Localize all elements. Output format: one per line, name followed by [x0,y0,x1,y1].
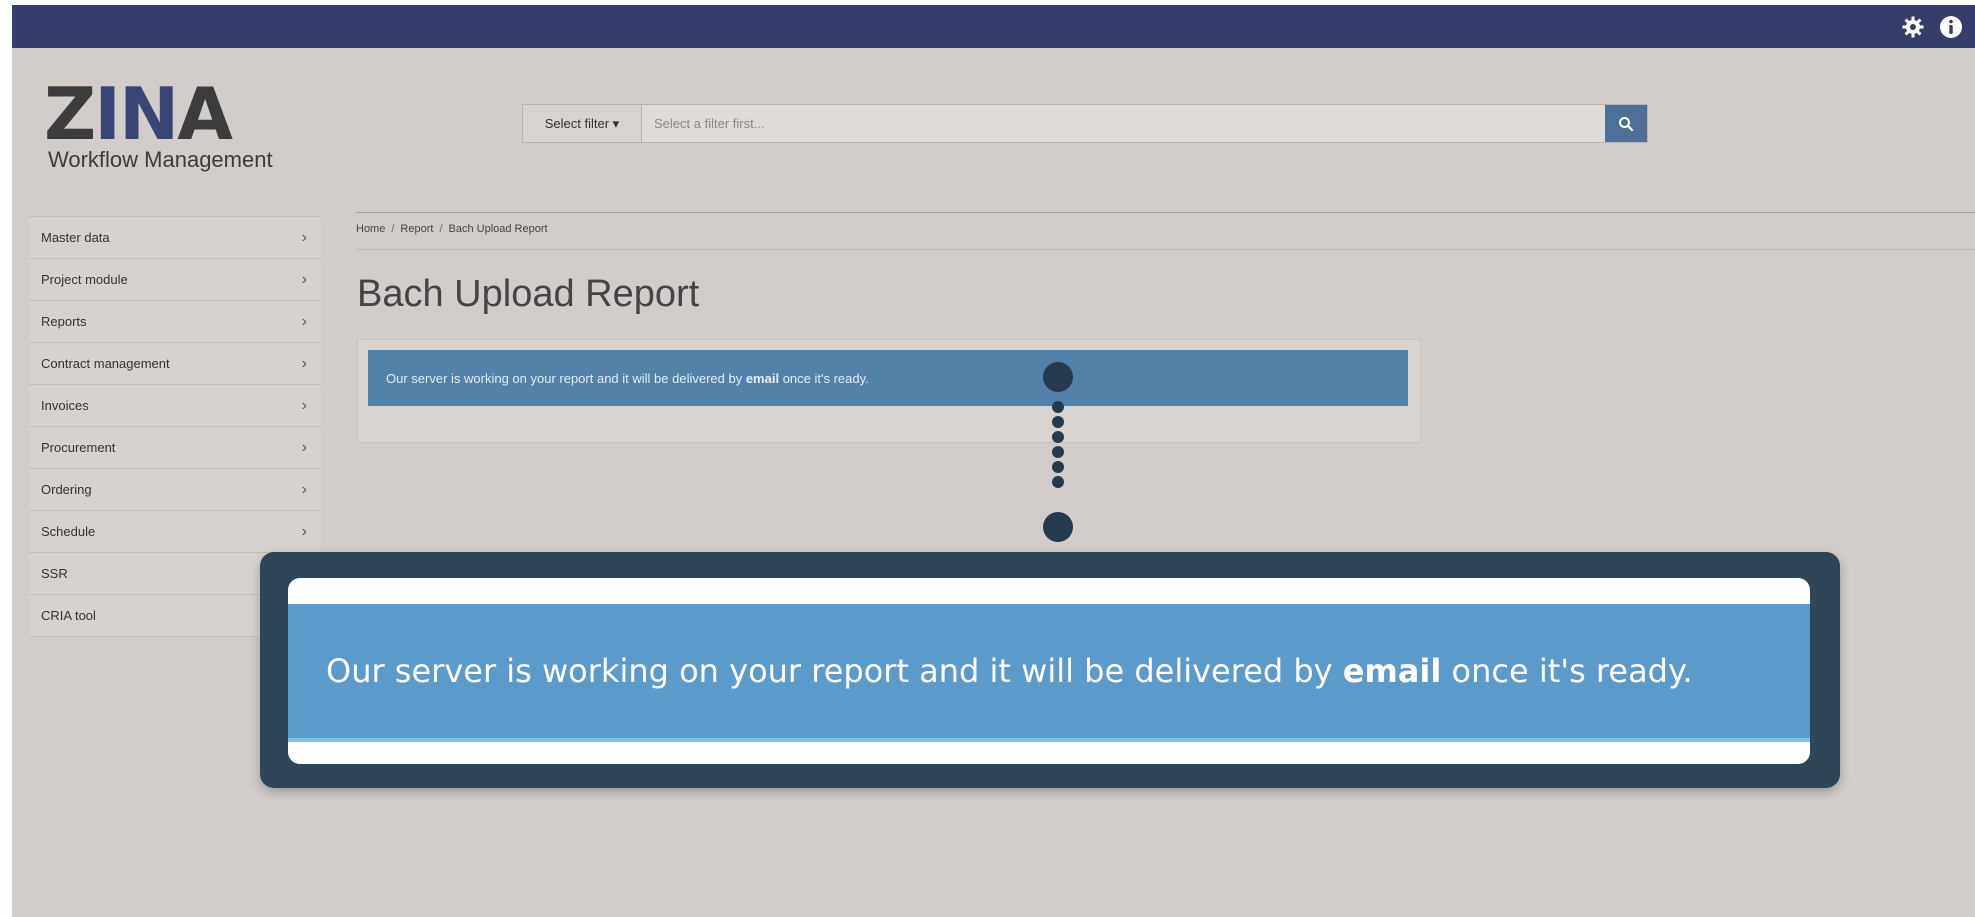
sidebar-item-label: Contract management [41,356,170,371]
zoom-callout: Our server is working on your report and… [260,552,1840,788]
chevron-right-icon: › [301,480,307,498]
connector-dot [1052,416,1064,428]
sidebar-item-procurement[interactable]: Procurement › [29,427,321,469]
logo-subtitle: Workflow Management [48,147,273,172]
sidebar-item-contract-management[interactable]: Contract management › [29,343,321,385]
search-bar: Select filter ▾ [522,104,1648,143]
alert-text: Our server is working on your report and… [386,370,746,386]
search-input[interactable] [642,105,1605,142]
select-filter-dropdown[interactable]: Select filter ▾ [523,105,642,142]
breadcrumb: Home / Report / Bach Upload Report [356,223,548,235]
breadcrumb-current: Bach Upload Report [448,223,548,235]
connector-dot-large [1043,512,1073,542]
sidebar-item-reports[interactable]: Reports › [29,301,321,343]
connector-dot [1052,431,1064,443]
sidebar-item-label: Invoices [41,398,89,413]
search-icon [1619,116,1634,131]
sidebar-item-project-module[interactable]: Project module › [29,259,321,301]
info-alert: Our server is working on your report and… [368,350,1408,406]
callout-inner: Our server is working on your report and… [288,578,1810,764]
alert-emphasis: email [745,370,780,386]
callout-text: Our server is working on your report and… [326,652,1343,690]
info-icon[interactable] [1939,15,1963,39]
logo-mark-right: A [177,72,233,156]
sidebar-item-master-data[interactable]: Master data › [29,217,321,259]
connector-dot [1052,476,1064,488]
sidebar-item-invoices[interactable]: Invoices › [29,385,321,427]
sidebar-item-schedule[interactable]: Schedule › [29,511,321,553]
breadcrumb-separator: / [391,223,395,235]
connector-dot-large [1043,362,1073,392]
chevron-right-icon: › [301,228,307,246]
breadcrumb-home[interactable]: Home [356,223,385,235]
chevron-right-icon: › [301,312,307,330]
callout-alert: Our server is working on your report and… [288,604,1810,742]
connector-dot [1052,461,1064,473]
content-divider [356,212,1975,213]
chevron-right-icon: › [301,522,307,540]
sidebar-item-label: SSR [41,566,68,581]
chevron-right-icon: › [301,396,307,414]
logo-mark-accent: IN [94,72,179,156]
callout-emphasis: email [1342,652,1442,690]
callout-text-end: once it's ready. [1441,652,1693,690]
logo-mark-left: Z [44,72,96,156]
gear-icon[interactable] [1901,15,1925,39]
sidebar-item-ordering[interactable]: Ordering › [29,469,321,511]
breadcrumb-separator: / [439,223,443,235]
sidebar-item-label: Procurement [41,440,116,455]
page-title: Bach Upload Report [357,273,700,315]
sidebar-item-label: CRIA tool [41,608,96,623]
alert-text-end: once it's ready. [779,370,869,386]
report-panel: Our server is working on your report and… [357,339,1421,443]
top-bar [12,5,1975,48]
chevron-right-icon: › [301,354,307,372]
breadcrumb-divider [356,249,1975,250]
chevron-right-icon: › [301,270,307,288]
sidebar-item-label: Project module [41,272,128,287]
sidebar-item-label: Reports [41,314,87,329]
connector-dot [1052,446,1064,458]
sidebar-item-label: Schedule [41,524,96,539]
zina-logo: Z IN A Workflow Management [44,72,273,173]
chevron-right-icon: › [301,438,307,456]
breadcrumb-report[interactable]: Report [400,223,433,235]
connector-dot [1052,401,1064,413]
sidebar-item-label: Ordering [41,482,92,497]
logo-mark: Z IN A [44,72,273,156]
sidebar-item-label: Master data [41,230,110,245]
search-button[interactable] [1605,105,1647,142]
